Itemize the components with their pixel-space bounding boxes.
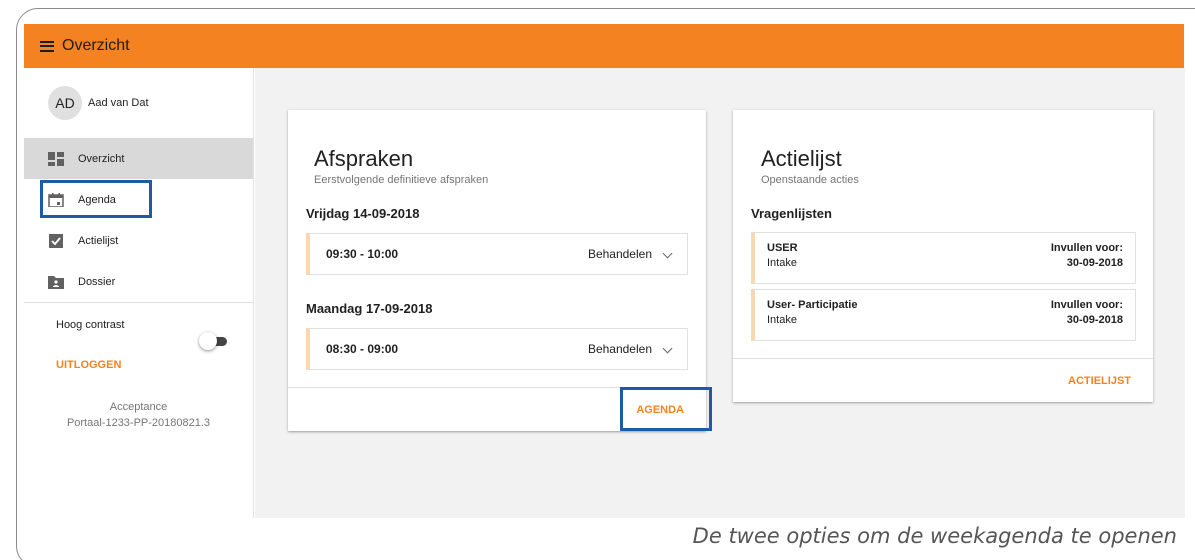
sidebar: AD Aad van Dat Overzicht Agenda Actielij…	[24, 68, 254, 518]
due-label: Invullen voor:	[1050, 242, 1123, 254]
folder-icon	[48, 275, 64, 289]
actielijst-footer: ACTIELIJST	[733, 358, 1153, 402]
agenda-button-highlight	[620, 387, 712, 431]
actielijst-card: Actielijst Openstaande acties Vragenlijs…	[733, 110, 1153, 402]
appointment-time: 08:30 - 09:00	[326, 342, 399, 356]
questionnaire-item[interactable]: User- Participatie Invullen voor: Intake…	[751, 289, 1136, 341]
afspraken-title: Afspraken	[314, 146, 414, 171]
questionnaire-item[interactable]: USER Invullen voor: Intake 30-09-2018	[751, 232, 1136, 284]
section-heading: Vragenlijsten	[751, 206, 832, 221]
sidebar-item-dossier[interactable]: Dossier	[24, 261, 253, 302]
day-heading: Vrijdag 14-09-2018	[306, 206, 420, 221]
chevron-down-icon	[662, 343, 673, 353]
logout-button[interactable]: UITLOGGEN	[24, 359, 253, 371]
user-profile: AD Aad van Dat	[24, 68, 253, 138]
sidebar-item-label: Dossier	[78, 275, 116, 288]
afspraken-card: Afspraken Eerstvolgende definitieve afsp…	[288, 110, 706, 431]
contrast-setting: Hoog contrast	[24, 303, 253, 359]
contrast-label: Hoog contrast	[56, 319, 125, 331]
version-env: Acceptance	[109, 401, 168, 413]
sidebar-item-overzicht[interactable]: Overzicht	[24, 138, 253, 179]
day-heading: Maandag 17-09-2018	[306, 301, 433, 316]
questionnaire-type: Intake	[767, 257, 797, 269]
afspraken-subtitle: Eerstvolgende definitieve afspraken	[314, 174, 489, 186]
figure-caption: De twee opties om de weekagenda te opene…	[692, 524, 1177, 548]
menu-icon[interactable]	[40, 40, 54, 52]
sidebar-item-label: Actielijst	[78, 234, 119, 247]
version-info: Acceptance Portaal-1233-PP-20180821.3	[24, 399, 253, 431]
actielijst-subtitle: Openstaande acties	[761, 174, 859, 186]
checkbox-icon	[48, 233, 64, 248]
top-app-bar: Overzicht	[24, 24, 1184, 68]
appointment-time: 09:30 - 10:00	[326, 247, 399, 261]
version-build: Portaal-1233-PP-20180821.3	[66, 417, 211, 429]
questionnaire-name: USER	[767, 242, 798, 254]
sidebar-item-label: Overzicht	[78, 152, 125, 165]
appointment-action-label: Behandelen	[587, 247, 652, 261]
due-label: Invullen voor:	[1050, 299, 1123, 311]
actielijst-button[interactable]: ACTIELIJST	[1068, 375, 1131, 387]
questionnaire-type: Intake	[767, 314, 797, 326]
sidebar-item-actielijst[interactable]: Actielijst	[24, 220, 253, 261]
dashboard-icon	[48, 151, 64, 166]
appointment-item[interactable]: 09:30 - 10:00 Behandelen	[306, 233, 688, 275]
appointment-action[interactable]: Behandelen	[587, 342, 673, 356]
due-date: 30-09-2018	[1066, 314, 1123, 326]
avatar: AD	[48, 86, 82, 120]
contrast-toggle[interactable]	[199, 331, 229, 351]
appointment-action[interactable]: Behandelen	[587, 247, 673, 261]
questionnaire-name: User- Participatie	[767, 299, 858, 311]
actielijst-title: Actielijst	[761, 146, 842, 171]
agenda-nav-highlight	[40, 180, 152, 218]
user-name: Aad van Dat	[88, 97, 149, 109]
chevron-down-icon	[662, 248, 673, 258]
page-title: Overzicht	[62, 37, 130, 54]
appointment-item[interactable]: 08:30 - 09:00 Behandelen	[306, 328, 688, 370]
due-date: 30-09-2018	[1066, 257, 1123, 269]
appointment-action-label: Behandelen	[587, 342, 652, 356]
